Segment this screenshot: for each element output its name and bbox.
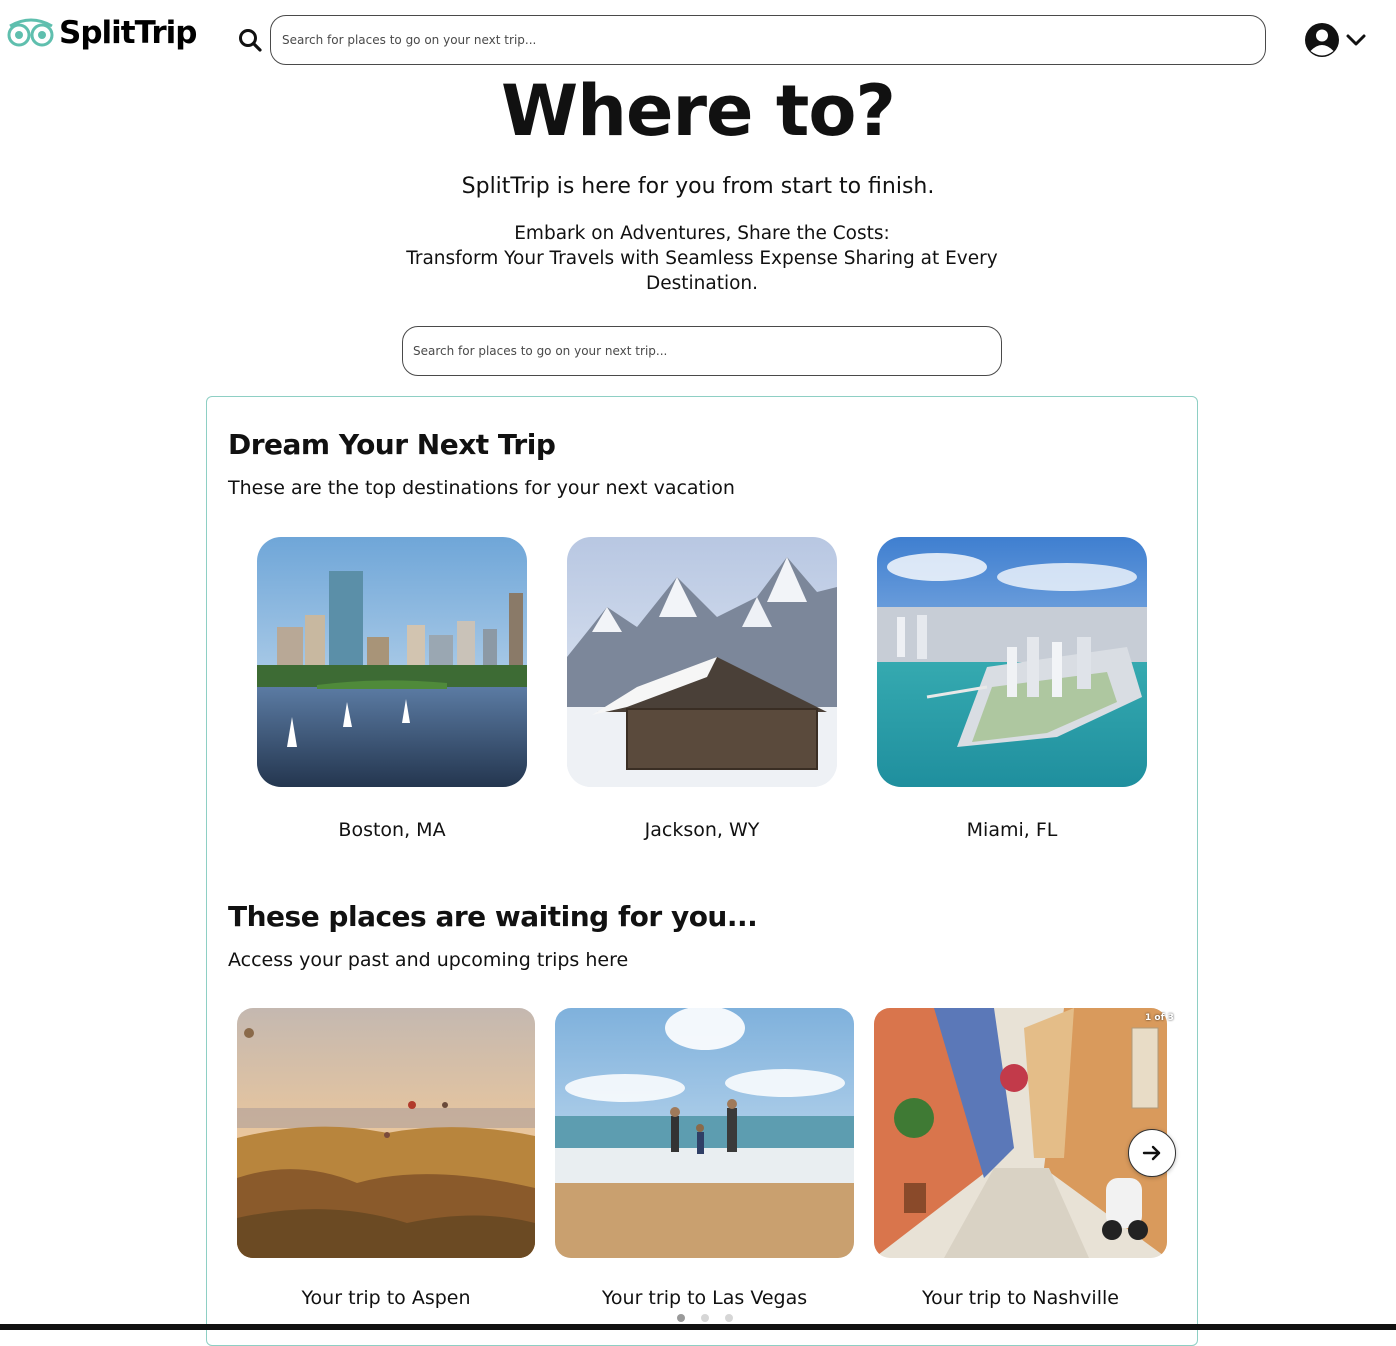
- aspen-trip-image: [237, 1008, 535, 1258]
- carousel-dot[interactable]: [677, 1314, 685, 1322]
- content-panel: Dream Your Next Trip These are the top d…: [206, 396, 1198, 1346]
- chevron-down-icon: [1346, 34, 1366, 46]
- trip-label: Your trip to Las Vegas: [601, 1287, 808, 1309]
- las-vegas-trip-image: [555, 1008, 854, 1258]
- hero-subtitle: SplitTrip is here for you from start to …: [461, 174, 935, 199]
- trip-label: Your trip to Aspen: [301, 1287, 471, 1309]
- carousel-next-button[interactable]: [1128, 1129, 1176, 1177]
- jackson-mountains-image: [567, 537, 837, 787]
- carousel-dots: [677, 1314, 733, 1322]
- bottom-edge-bar: [0, 1324, 1396, 1330]
- trips-section-subtitle: Access your past and upcoming trips here: [228, 949, 629, 971]
- splittrip-logo[interactable]: SplitTrip: [6, 14, 197, 52]
- profile-menu-button[interactable]: [1304, 21, 1370, 59]
- dream-section-subtitle: These are the top destinations for your …: [228, 477, 735, 499]
- trip-card[interactable]: Your trip to Aspen: [237, 1008, 535, 1318]
- miami-aerial-image: [877, 537, 1147, 787]
- carousel-dot[interactable]: [701, 1314, 709, 1322]
- carousel-page-count: 1 of 3: [1145, 1013, 1174, 1023]
- destination-card[interactable]: Jackson, WY: [567, 537, 837, 847]
- hero-title: Where to?: [500, 70, 896, 152]
- hero-description: Embark on Adventures, Share the Costs: T…: [398, 221, 1006, 296]
- destination-card[interactable]: Boston, MA: [257, 537, 527, 847]
- destination-label: Boston, MA: [338, 819, 446, 841]
- arrow-right-icon: [1142, 1145, 1161, 1161]
- hero-description-line-1: Embark on Adventures, Share the Costs:: [514, 223, 890, 244]
- logo-eyes-icon: [7, 18, 54, 47]
- carousel-dot[interactable]: [725, 1314, 733, 1322]
- destination-card[interactable]: Miami, FL: [877, 537, 1147, 847]
- trip-card[interactable]: Your trip to Nashville: [874, 1008, 1167, 1318]
- destination-label: Miami, FL: [966, 819, 1058, 841]
- destination-label: Jackson, WY: [644, 819, 760, 841]
- nashville-trip-image: [874, 1008, 1167, 1258]
- trips-section-title: These places are waiting for you...: [228, 900, 758, 933]
- boston-skyline-image: [257, 537, 527, 787]
- dream-section-title: Dream Your Next Trip: [228, 428, 556, 461]
- hero-search-input[interactable]: [402, 326, 1002, 376]
- user-circle-icon: [1305, 23, 1339, 57]
- search-icon[interactable]: [237, 27, 263, 53]
- hero-description-line-2: Transform Your Travels with Seamless Exp…: [406, 248, 998, 294]
- header-search-input[interactable]: [270, 15, 1266, 65]
- trip-label: Your trip to Nashville: [922, 1287, 1119, 1309]
- trip-card[interactable]: Your trip to Las Vegas: [555, 1008, 854, 1318]
- logo-text: SplitTrip: [59, 15, 197, 51]
